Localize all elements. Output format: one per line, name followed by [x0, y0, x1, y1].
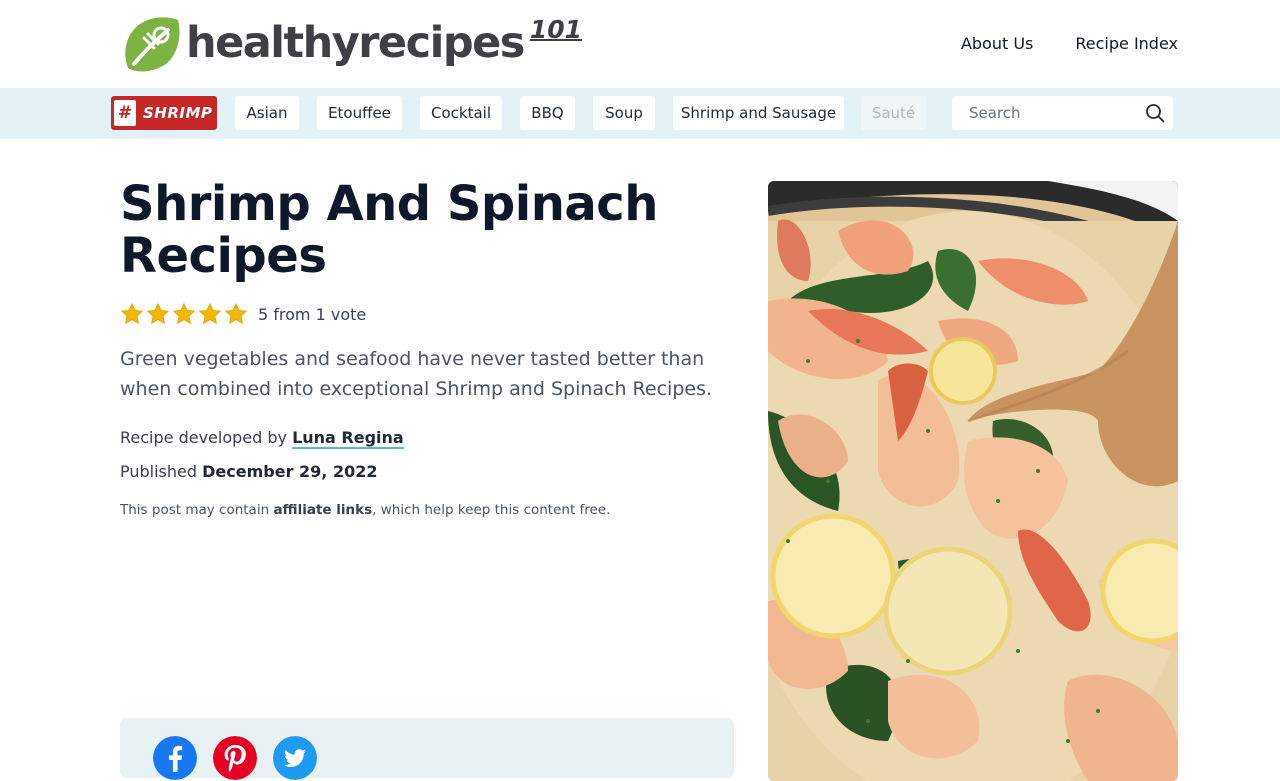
recipe-hero-image: [768, 181, 1178, 781]
star-icon: [224, 302, 248, 324]
top-nav: About Us Recipe Index: [961, 34, 1178, 53]
star-icon: [198, 302, 222, 324]
shrimp-spinach-skillet-illustration: [768, 181, 1178, 781]
search-input[interactable]: [969, 104, 1139, 122]
page-title: Shrimp And Spinach Recipes: [120, 176, 658, 284]
star-rating[interactable]: [120, 302, 248, 326]
site-header: healthyrecipes 101 About Us Recipe Index: [0, 0, 1280, 88]
facebook-icon[interactable]: [153, 736, 197, 780]
affiliate-links-link[interactable]: affiliate links: [273, 502, 372, 518]
nav-recipe-index[interactable]: Recipe Index: [1075, 34, 1178, 53]
shrimp-badge-label: SHRIMP: [143, 104, 213, 122]
nav-about-us[interactable]: About Us: [961, 34, 1033, 53]
tag-chip-soup[interactable]: Soup: [593, 96, 655, 130]
twitter-icon[interactable]: [273, 736, 317, 780]
star-icon: [172, 302, 196, 324]
published-date-value: December 29, 2022: [202, 462, 378, 481]
author-link[interactable]: Luna Regina: [292, 428, 404, 449]
shrimp-tag-badge[interactable]: # SHRIMP: [111, 96, 217, 130]
tag-chip-shrimp-and-sausage[interactable]: Shrimp and Sausage: [673, 96, 844, 130]
star-icon: [120, 302, 144, 324]
star-icon: [146, 302, 170, 324]
logo-sup: 101: [529, 14, 583, 44]
tag-chip-saute[interactable]: Sauté: [861, 96, 926, 130]
tag-chip-asian[interactable]: Asian: [235, 96, 299, 130]
search-icon[interactable]: [1145, 103, 1165, 123]
lead-paragraph: Green vegetables and seafood have never …: [120, 348, 713, 400]
pinterest-icon[interactable]: [213, 736, 257, 780]
affiliate-suffix: , which help keep this content free.: [372, 502, 611, 518]
tag-chip-cocktail[interactable]: Cocktail: [420, 96, 502, 130]
byline-prefix: Recipe developed by: [120, 428, 287, 447]
rating-text: 5 from 1 vote: [258, 304, 367, 324]
tag-bar: # SHRIMP Asian Etouffee Cocktail BBQ Sou…: [0, 88, 1280, 139]
affiliate-disclosure: This post may contain affiliate links, w…: [120, 502, 610, 518]
logo-leaf-icon: [125, 17, 180, 72]
logo-text: healthyrecipes: [186, 18, 525, 68]
tag-chip-etouffee[interactable]: Etouffee: [317, 96, 402, 130]
rating: 5 from 1 vote: [120, 302, 366, 326]
tag-chip-bbq[interactable]: BBQ: [520, 96, 575, 130]
published-prefix: Published: [120, 462, 198, 481]
affiliate-prefix: This post may contain: [120, 502, 270, 518]
search-box: [952, 96, 1173, 130]
published-date: Published December 29, 2022: [120, 462, 377, 481]
share-bar: [120, 718, 734, 780]
site-logo[interactable]: healthyrecipes 101: [120, 12, 582, 74]
hash-icon: #: [114, 100, 136, 126]
byline: Recipe developed by Luna Regina: [120, 428, 404, 449]
